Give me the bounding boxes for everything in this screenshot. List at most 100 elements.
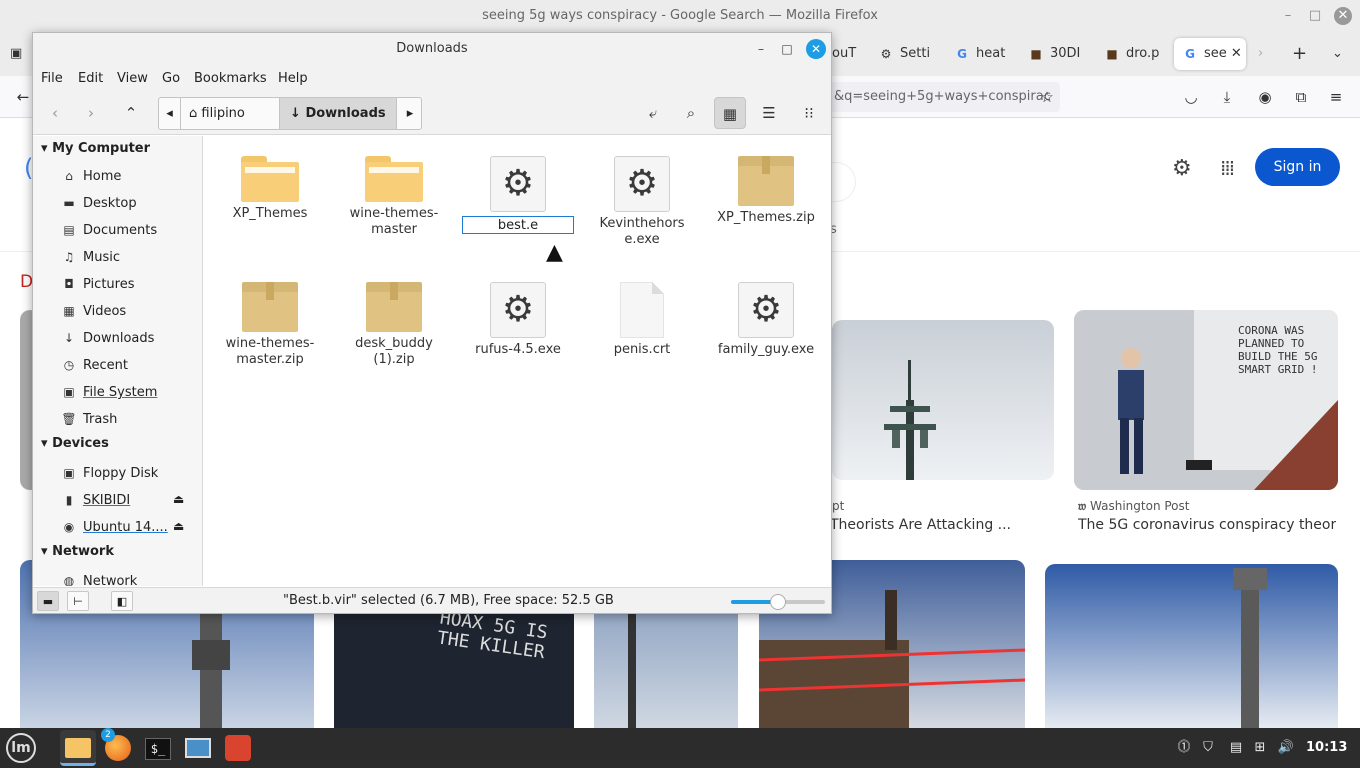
gimp-app-icon[interactable] — [220, 730, 256, 766]
file-item-exe[interactable]: ⚙ Kevinthehorse.exe — [580, 156, 704, 248]
file-item-zip[interactable]: wine-themes-master.zip — [208, 282, 332, 368]
file-item-zip[interactable]: XP_Themes.zip — [704, 156, 828, 226]
result-caption-0[interactable]: Theorists Are Attacking ... — [830, 517, 1030, 533]
hide-sidebar-icon[interactable]: ◧ — [111, 591, 133, 611]
zoom-slider[interactable] — [731, 594, 825, 610]
update-manager-icon[interactable]: ⓵ — [1174, 738, 1194, 758]
file-manager-titlebar[interactable]: Downloads — [33, 33, 831, 65]
forward-arrow-icon[interactable]: › — [75, 97, 107, 129]
tab-4[interactable]: ■ dro.p — [1104, 38, 1166, 70]
menu-edit[interactable]: Edit — [78, 71, 103, 86]
tab-0[interactable]: ouT — [832, 38, 862, 70]
shield-icon[interactable]: ⛉ — [1198, 738, 1218, 758]
file-item-renaming[interactable]: ⚙ — [456, 156, 580, 234]
chevron-down-icon[interactable]: ⌄ — [1332, 38, 1348, 70]
compact-view-icon[interactable]: ⁝⁝ — [793, 97, 825, 129]
download-icon[interactable]: ⤓ — [1216, 86, 1238, 108]
tab-3[interactable]: ■ 30DI — [1028, 38, 1088, 70]
sidebar-item-network[interactable]: ◍ Network — [61, 571, 138, 586]
maximize-icon[interactable]: □ — [1307, 8, 1323, 24]
search-icon[interactable]: ⌕ — [675, 97, 707, 129]
menu-help[interactable]: Help — [278, 71, 308, 86]
up-arrow-icon[interactable]: ⌃ — [115, 97, 147, 129]
file-item-certificate[interactable]: penis.crt — [580, 282, 704, 358]
eject-icon[interactable]: ⏏ — [173, 519, 184, 533]
account-icon[interactable]: ◉ — [1254, 86, 1276, 108]
remote-desktop-app-icon[interactable] — [180, 730, 216, 766]
path-segment-current[interactable]: ↓ Downloads — [279, 98, 397, 129]
close-icon[interactable]: ✕ — [806, 39, 826, 59]
zoom-slider-handle[interactable] — [770, 594, 786, 610]
sidebar-item-home[interactable]: ⌂ Home — [61, 166, 121, 186]
result-caption-1[interactable]: The 5G coronavirus conspiracy theor... — [1078, 517, 1336, 533]
sidebar-item-music[interactable]: ♫ Music — [61, 247, 120, 267]
sidebar-item-file-system[interactable]: ▣ File System — [61, 382, 157, 402]
tab-active[interactable]: Gsee ✕ — [1174, 38, 1246, 70]
sidebar-item-videos[interactable]: ▦ Videos — [61, 301, 126, 321]
tab-list-icon[interactable]: ▣ — [10, 38, 32, 70]
sidebar-item-documents[interactable]: ▤ Documents — [61, 220, 157, 240]
file-item-zip[interactable]: desk_buddy (1).zip — [332, 282, 456, 368]
image-result-protester[interactable]: CORONA WAS PLANNED TO BUILD THE 5G SMART… — [1074, 310, 1338, 490]
clipboard-icon[interactable]: ▤ — [1226, 738, 1246, 758]
back-icon[interactable]: ← — [12, 86, 34, 108]
sidebar-item-floppy-disk[interactable]: ▣ Floppy Disk — [61, 463, 158, 483]
menu-view[interactable]: View — [117, 71, 148, 86]
film-icon: ▦ — [63, 304, 75, 318]
image-result-pole-3[interactable] — [1045, 564, 1338, 728]
file-item-folder[interactable]: XP_Themes — [208, 156, 332, 222]
icon-view-icon[interactable]: ▦ — [714, 97, 746, 129]
minimize-icon[interactable]: – — [1280, 8, 1296, 24]
extensions-icon[interactable]: ⧉ — [1290, 86, 1312, 108]
minimize-icon[interactable]: – — [753, 41, 769, 57]
list-view-icon[interactable]: ☰ — [753, 97, 785, 129]
show-places-icon[interactable]: ▬ — [37, 591, 59, 611]
network-tray-icon[interactable]: ⊞ — [1250, 738, 1270, 758]
apps-grid-icon[interactable]: ⁞⁞⁞ — [1220, 156, 1235, 180]
sidebar-item-trash[interactable]: 🗑 Trash — [61, 409, 117, 429]
terminal-app-icon[interactable]: $_ — [140, 730, 176, 766]
menu-bookmarks[interactable]: Bookmarks — [194, 71, 267, 86]
tab-2[interactable]: Gheat — [954, 38, 1010, 70]
sidebar-section-devices[interactable]: ▾ Devices — [41, 436, 109, 451]
image-result-tower[interactable] — [832, 320, 1054, 480]
pocket-icon[interactable]: ◡ — [1180, 86, 1202, 108]
menu-icon[interactable]: ≡ — [1325, 86, 1347, 108]
path-segment-parent[interactable]: ⌂ filipino — [189, 98, 279, 129]
settings-gear-icon[interactable]: ⚙ — [1172, 156, 1192, 181]
sidebar-item-desktop[interactable]: ▬ Desktop — [61, 193, 136, 213]
sidebar-item-downloads[interactable]: ↓ Downloads — [61, 328, 154, 348]
path-right-arrow-icon[interactable]: ▸ — [399, 98, 421, 129]
chevron-right-icon[interactable]: › — [1258, 38, 1272, 70]
toggle-location-icon[interactable]: ⤶ — [637, 97, 669, 129]
sidebar-section-my-computer[interactable]: ▾ My Computer — [41, 141, 150, 156]
sidebar-item-pictures[interactable]: ◘ Pictures — [61, 274, 134, 294]
volume-icon[interactable]: 🔊 — [1276, 738, 1296, 758]
rename-input[interactable] — [462, 216, 574, 234]
menu-file[interactable]: File — [41, 71, 63, 86]
file-item-folder[interactable]: wine-themes-master — [332, 156, 456, 238]
menu-go[interactable]: Go — [162, 71, 180, 86]
back-arrow-icon[interactable]: ‹ — [39, 97, 71, 129]
close-icon[interactable]: ✕ — [1334, 7, 1352, 25]
tab-1[interactable]: ⚙ Setti — [878, 38, 938, 70]
mint-menu-icon[interactable]: lm — [6, 733, 36, 763]
sidebar-item-skibidi[interactable]: ▮ SKIBIDI — [61, 490, 131, 510]
maximize-icon[interactable]: □ — [779, 41, 795, 57]
file-item-exe[interactable]: ⚙ rufus-4.5.exe — [456, 282, 580, 358]
show-tree-icon[interactable]: ⊢ — [67, 591, 89, 611]
close-tab-icon[interactable]: ✕ — [1231, 46, 1242, 61]
url-bar[interactable]: &q=seeing+5g+ways+conspirac — [820, 82, 1060, 112]
clock[interactable]: 10:13 — [1306, 740, 1347, 755]
sidebar-item-ubuntu[interactable]: ◉ Ubuntu 14.... — [61, 517, 173, 537]
sign-in-button[interactable]: Sign in — [1255, 148, 1340, 186]
sidebar-section-network[interactable]: ▾ Network — [41, 544, 114, 559]
file-item-exe[interactable]: ⚙ family_guy.exe — [704, 282, 828, 358]
music-icon: ♫ — [63, 250, 75, 264]
path-left-arrow-icon[interactable]: ◂ — [159, 98, 181, 129]
sidebar-item-recent[interactable]: ◷ Recent — [61, 355, 128, 375]
files-app-icon[interactable] — [60, 730, 96, 766]
eject-icon[interactable]: ⏏ — [173, 492, 184, 506]
bookmark-star-icon[interactable]: ☆ — [1036, 86, 1058, 108]
new-tab-icon[interactable]: + — [1292, 38, 1308, 70]
